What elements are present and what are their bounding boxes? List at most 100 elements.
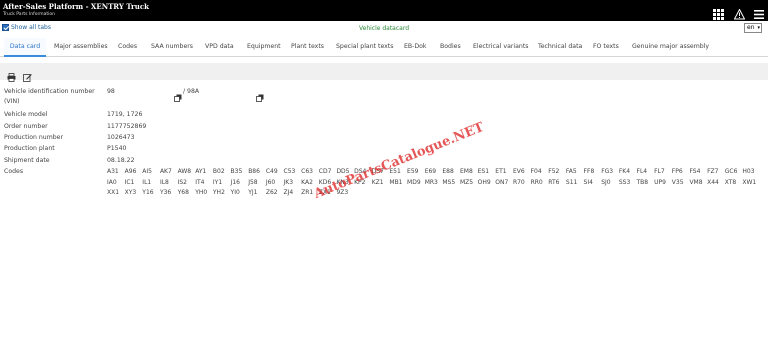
production-plant-label: Production plant: [4, 145, 55, 152]
code-item: SI4: [583, 178, 593, 186]
menu-icon[interactable]: [754, 5, 765, 19]
code-item: YJ1: [248, 189, 258, 196]
tab-vpd-data[interactable]: VPD data: [205, 38, 234, 55]
code-item: E69: [424, 168, 437, 175]
code-item: XX1: [107, 189, 120, 196]
code-item: J60: [265, 178, 276, 186]
code-item: E51: [389, 168, 401, 175]
tab-special-plant-texts[interactable]: Special plant texts: [336, 38, 393, 55]
tab-major-assemblies[interactable]: Major assemblies: [54, 38, 108, 55]
app-header: After-Sales Platform - XENTRY Truck Truc…: [0, 0, 768, 21]
code-item: XT8: [724, 178, 737, 186]
code-item: S11: [565, 178, 578, 186]
code-item: E59: [407, 168, 419, 175]
code-item: YH0: [195, 189, 208, 196]
code-item: DS7: [371, 168, 384, 175]
code-item: IL1: [142, 178, 152, 186]
code-item: 9Z3: [336, 189, 349, 196]
code-item: RT6: [548, 178, 560, 186]
language-value: en: [747, 24, 755, 31]
code-item: ET1: [495, 168, 507, 175]
code-item: C49: [265, 168, 278, 175]
copy-icon[interactable]: [256, 87, 264, 102]
code-item: OH9: [477, 178, 491, 186]
app-subtitle: Truck Parts Information: [3, 12, 56, 17]
code-item: MS5: [442, 178, 456, 186]
tab-codes[interactable]: Codes: [118, 38, 137, 55]
tab-technical-data[interactable]: Technical data: [538, 38, 582, 55]
tab-saa-numbers[interactable]: SAA numbers: [151, 38, 193, 55]
production-number-value: 1026473: [107, 134, 135, 141]
code-item: F52: [548, 168, 560, 175]
tab-data-card[interactable]: Data card: [4, 38, 46, 57]
code-item: SJ0: [601, 178, 611, 186]
tab-plant-texts[interactable]: Plant texts: [291, 38, 324, 55]
tab-bodies[interactable]: Bodies: [440, 38, 461, 55]
code-item: FZ7: [707, 168, 719, 175]
code-item: J16: [230, 178, 240, 186]
code-item: AI5: [142, 168, 152, 175]
tab-bar: Data card Major assemblies Codes SAA num…: [0, 38, 768, 57]
code-item: FL7: [654, 168, 665, 175]
code-item: ZJ4: [283, 189, 294, 196]
code-item: YI0: [230, 189, 240, 196]
code-item: V35: [671, 178, 684, 186]
chevron-down-icon: ▾: [757, 25, 760, 31]
code-item: XW1: [742, 178, 757, 186]
code-item: AK7: [159, 168, 172, 175]
code-item: B86: [248, 168, 260, 175]
order-value: 1177752869: [107, 123, 147, 130]
code-item: RR0: [530, 178, 543, 186]
edit-icon[interactable]: [23, 67, 32, 82]
code-item: EV6: [512, 168, 525, 175]
grid-icon[interactable]: [713, 5, 724, 20]
page-title: Vehicle datacard: [358, 25, 410, 32]
code-item: KP2: [354, 178, 366, 186]
code-item: Z62: [265, 189, 278, 196]
code-item: B02: [212, 168, 225, 175]
warning-icon[interactable]: [733, 5, 746, 20]
toolbar: [0, 63, 768, 82]
code-item: ZR1: [301, 189, 314, 196]
code-item: Y68: [177, 189, 189, 196]
code-item: DD5: [336, 168, 350, 175]
codes-label: Codes: [4, 168, 24, 175]
code-item: A31: [107, 168, 119, 175]
app-title: After-Sales Platform - XENTRY Truck: [3, 2, 149, 11]
model-label: Vehicle model: [4, 111, 48, 118]
code-item: SS3: [618, 178, 631, 186]
vin-label-cont: (VIN): [4, 98, 20, 105]
vin-label: Vehicle identification number: [4, 88, 95, 95]
code-item: YH2: [212, 189, 225, 196]
tab-electrical-variants[interactable]: Electrical variants: [473, 38, 529, 55]
code-item: FS4: [689, 168, 701, 175]
vin-value-alt: / 98A: [183, 88, 200, 95]
code-item: UP9: [654, 178, 666, 186]
code-item: EM8: [460, 168, 473, 175]
tab-eb-dok[interactable]: EB-Dok: [404, 38, 427, 55]
sub-bar: Show all tabs Vehicle datacard en ▾: [0, 22, 768, 35]
code-item: FF8: [583, 168, 595, 175]
code-item: IL8: [159, 178, 169, 186]
vin-value: 98: [107, 88, 115, 95]
language-select[interactable]: en ▾: [744, 23, 762, 33]
code-item: IC1: [124, 178, 135, 186]
code-item: AW8: [177, 168, 192, 175]
tab-genuine-major-assembly[interactable]: Genuine major assembly: [632, 38, 709, 55]
order-label: Order number: [4, 123, 48, 130]
code-item: FL4: [636, 168, 648, 175]
code-item: A96: [124, 168, 137, 175]
code-item: AY1: [195, 168, 207, 175]
tab-fo-texts[interactable]: FO texts: [593, 38, 619, 55]
code-item: KN3: [336, 178, 349, 186]
print-icon[interactable]: [7, 67, 16, 82]
copy-icon[interactable]: [174, 87, 182, 102]
code-item: R70: [512, 178, 525, 186]
code-item: FG3: [601, 168, 614, 175]
code-item: C63: [301, 168, 313, 175]
code-item: Y36: [159, 189, 172, 196]
code-item: DS4: [354, 168, 367, 175]
code-item: KD6: [318, 178, 332, 186]
tab-equipment[interactable]: Equipment: [247, 38, 281, 55]
code-item: Y16: [142, 189, 154, 196]
